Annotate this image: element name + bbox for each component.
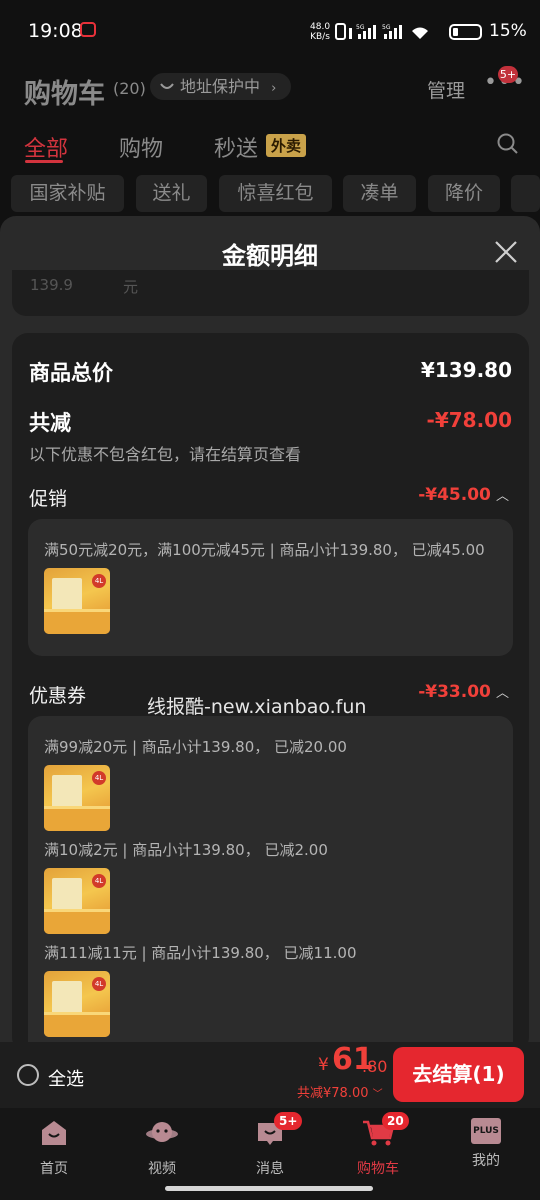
chip-gift[interactable]: 送礼 (136, 175, 207, 212)
network-speed: 48.0 KB/s (310, 22, 330, 42)
coupon-rule-text: 满99减20元 | 商品小计139.80， 已减20.00 (44, 738, 347, 756)
chip-price-drop[interactable]: 降价 (428, 175, 500, 212)
address-protection-label: 地址保护中 (180, 77, 261, 96)
coupon-amount: -¥33.00 (418, 682, 491, 702)
coupon-rule-text: 满111减11元 | 商品小计139.80， 已减11.00 (44, 944, 357, 962)
nav-home-label: 首页 (40, 1161, 68, 1177)
total-discount-label: 共减 (29, 411, 71, 435)
status-time: 19:08 (28, 20, 83, 42)
promotion-rule-text: 满50元减20元，满100元减45元 | 商品小计139.80， 已减45.00 (44, 541, 485, 559)
select-all-label[interactable]: 全选 (48, 1065, 84, 1091)
product-thumbnail[interactable]: 4L (44, 868, 110, 934)
previous-card-peek (12, 270, 529, 316)
product-thumbnail[interactable]: 4L (44, 971, 110, 1037)
nav-cart-label: 购物车 (357, 1161, 399, 1177)
product-thumbnail[interactable]: 4L (44, 568, 110, 634)
search-icon[interactable] (497, 133, 519, 155)
nav-video-label: 视频 (148, 1161, 176, 1177)
chevron-down-icon: ﹀ (372, 1089, 383, 1100)
nav-home[interactable]: 首页 (14, 1118, 94, 1178)
total-amount-decimal: .80 (362, 1057, 388, 1076)
checkout-button[interactable]: 去结算(1) (393, 1047, 524, 1102)
chip-overflow[interactable] (511, 175, 540, 212)
cart-item-count: (20) (113, 79, 146, 98)
coupon-rule-text: 满10减2元 | 商品小计139.80， 已减2.00 (44, 841, 328, 859)
messages-badge: 5+ (274, 1112, 303, 1130)
nav-video[interactable]: 视频 (122, 1118, 202, 1178)
video-icon (146, 1122, 178, 1142)
total-discount-value: -¥78.00 (426, 408, 512, 432)
tab-shopping[interactable]: 购物 (119, 131, 163, 163)
network-speed-unit: KB/s (310, 32, 330, 42)
goods-total-value: ¥139.80 (420, 358, 512, 382)
more-badge: 5+ (498, 66, 518, 83)
chevron-right-icon: › (271, 81, 277, 96)
smile-icon (160, 83, 174, 89)
plus-profile-icon: PLUS (471, 1118, 501, 1144)
chip-surprise-redpacket[interactable]: 惊喜红包 (219, 175, 332, 212)
nav-profile[interactable]: PLUS 我的 (446, 1118, 526, 1170)
coupon-label: 优惠券 (29, 685, 87, 707)
svg-text:5G: 5G (382, 24, 391, 31)
peek-value: 139.9 (30, 276, 73, 294)
chevron-up-icon: ︿ (495, 686, 509, 701)
page-title: 购物车 (24, 79, 105, 110)
chevron-up-icon: ︿ (495, 489, 509, 504)
peek-unit: 元 (123, 278, 139, 296)
goods-total-label: 商品总价 (29, 361, 113, 385)
home-icon (42, 1121, 66, 1145)
discount-summary-link[interactable]: 共减¥78.00 ﹀ (297, 1082, 383, 1101)
product-thumbnail[interactable]: 4L (44, 765, 110, 831)
chip-national-subsidy[interactable]: 国家补贴 (11, 175, 124, 212)
home-indicator[interactable] (165, 1186, 373, 1191)
close-icon[interactable] (494, 240, 518, 264)
discount-summary-text: 共减¥78.00 (297, 1086, 369, 1101)
address-protection-pill[interactable]: 地址保护中 › (150, 73, 291, 100)
tab-all[interactable]: 全部 (24, 131, 68, 163)
network-speed-value: 48.0 (310, 22, 331, 32)
svg-text:5G: 5G (356, 24, 365, 31)
tab-active-indicator (25, 160, 63, 163)
cart-badge: 20 (382, 1112, 409, 1130)
promotion-toggle[interactable]: -¥45.00 ︿ (418, 485, 509, 505)
sheet-title: 金额明细 (222, 242, 318, 270)
notification-app-icon (80, 22, 96, 37)
total-currency: ¥ (318, 1055, 329, 1075)
nav-messages-label: 消息 (256, 1161, 284, 1177)
takeaway-tag: 外卖 (266, 134, 307, 157)
chip-combine-order[interactable]: 凑单 (343, 175, 416, 212)
promotion-amount: -¥45.00 (418, 485, 491, 505)
manage-button[interactable]: 管理 (427, 76, 465, 103)
signal-wifi-battery-icons: 5G 5G (335, 23, 482, 40)
watermark-text: 线报酷-new.xianbao.fun (147, 696, 367, 718)
discount-note: 以下优惠不包含红包，请在结算页查看 (29, 445, 302, 464)
status-bar: 19:08 48.0 KB/s 5G 5G 15% (0, 0, 540, 64)
tab-express[interactable]: 秒送 (214, 131, 258, 163)
coupon-toggle[interactable]: -¥33.00 ︿ (418, 682, 509, 702)
battery-percent: 15% (489, 21, 527, 41)
nav-profile-label: 我的 (472, 1153, 500, 1169)
promotion-label: 促销 (29, 488, 68, 510)
select-all-checkbox[interactable] (17, 1064, 39, 1086)
